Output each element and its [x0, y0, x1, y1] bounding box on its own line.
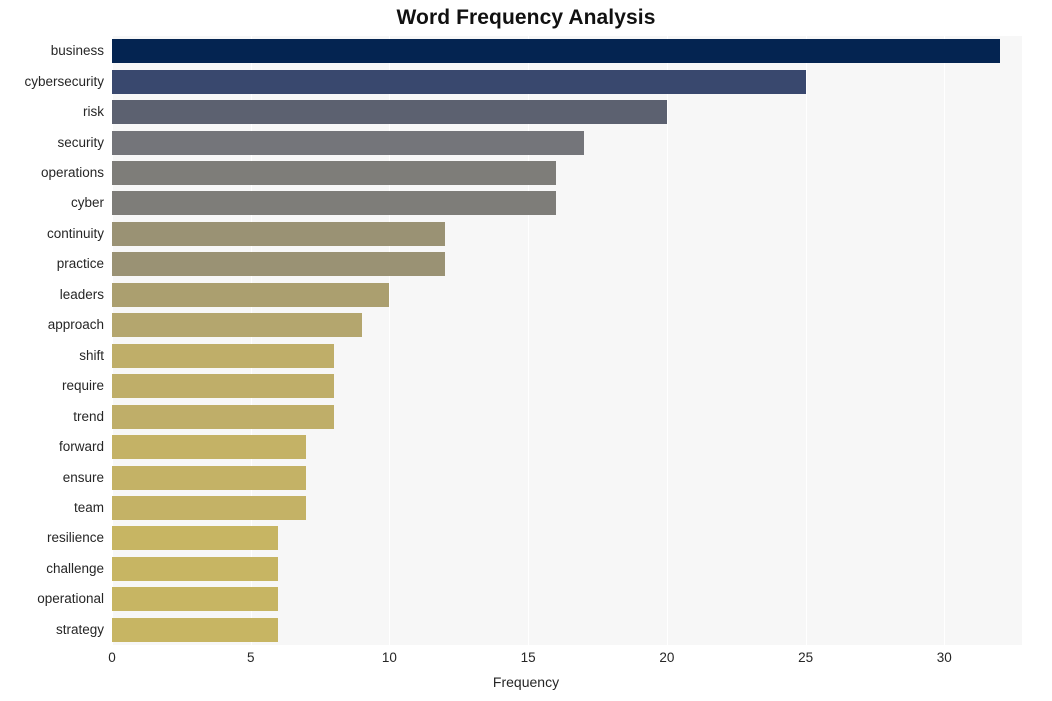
gridline-x-15 [528, 36, 530, 645]
gridline-x-10 [389, 36, 391, 645]
bar[interactable] [112, 221, 445, 246]
bar[interactable] [112, 374, 334, 399]
bar-track [112, 221, 1022, 246]
bar-track [112, 39, 1022, 64]
y-tick-label-trend: trend [73, 408, 104, 424]
bar-track [112, 404, 1022, 429]
bar[interactable] [112, 617, 279, 642]
bar[interactable] [112, 100, 667, 125]
gridline-x-20 [666, 36, 668, 645]
y-axis-tick-labels: business cybersecurity risk security operati… [0, 36, 104, 645]
bar-track [112, 617, 1022, 642]
bar-track [112, 587, 1022, 612]
bar[interactable] [112, 587, 279, 612]
y-tick-label-security: security [57, 134, 104, 150]
x-tick-label-5: 5 [246, 650, 255, 665]
bar[interactable] [112, 404, 334, 429]
y-tick-label-require: require [61, 378, 104, 394]
x-tick-label-0: 0 [108, 650, 116, 665]
bar[interactable] [112, 161, 556, 186]
bar-track [112, 374, 1022, 399]
bar-track [112, 161, 1022, 186]
bar[interactable] [112, 526, 279, 551]
y-tick-label-operations: operations [40, 165, 104, 181]
x-axis-tick-labels: 0 5 10 15 20 25 30 [0, 650, 1052, 672]
y-tick-label-risk: risk [83, 104, 104, 120]
y-tick-label-business: business [50, 43, 104, 59]
bar-track [112, 252, 1022, 277]
y-tick-label-challenge: challenge [46, 560, 104, 576]
y-tick-label-cyber: cyber [70, 195, 104, 211]
bar[interactable] [112, 495, 307, 520]
bar-track [112, 556, 1022, 581]
bar-track [112, 465, 1022, 490]
y-tick-label-cybersecurity: cybersecurity [24, 73, 104, 89]
y-tick-label-leaders: leaders [59, 286, 104, 302]
bar[interactable] [112, 252, 445, 277]
bar-track [112, 526, 1022, 551]
bar[interactable] [112, 556, 279, 581]
bar[interactable] [112, 465, 307, 490]
bar-track [112, 313, 1022, 338]
y-tick-label-ensure: ensure [62, 469, 104, 485]
plot-area [112, 36, 1022, 645]
bar[interactable] [112, 69, 806, 94]
bar-track [112, 282, 1022, 307]
gridline-x-0 [112, 36, 113, 645]
x-tick-label-20: 20 [659, 650, 675, 665]
x-tick-label-15: 15 [520, 650, 536, 665]
bar-track [112, 100, 1022, 125]
y-tick-label-team: team [73, 499, 104, 515]
bar[interactable] [112, 435, 307, 460]
y-tick-label-shift: shift [79, 347, 104, 363]
bar-track [112, 191, 1022, 216]
gridline-x-5 [250, 36, 252, 645]
y-tick-label-practice: practice [56, 256, 104, 272]
gridline-x-25 [805, 36, 807, 645]
bar-track [112, 69, 1022, 94]
bar[interactable] [112, 39, 1000, 64]
bar[interactable] [112, 313, 362, 338]
bar-track [112, 130, 1022, 155]
x-tick-label-10: 10 [381, 650, 397, 665]
bar-track [112, 435, 1022, 460]
y-tick-label-operational: operational [37, 591, 104, 607]
x-tick-label-25: 25 [798, 650, 814, 665]
y-tick-label-resilience: resilience [46, 530, 104, 546]
gridline-x-30 [944, 36, 946, 645]
y-tick-label-continuity: continuity [46, 225, 104, 241]
chart-figure: Word Frequency Analysis business cybersec… [0, 0, 1052, 701]
y-tick-label-strategy: strategy [55, 621, 104, 637]
y-tick-label-approach: approach [47, 317, 104, 333]
bar[interactable] [112, 343, 334, 368]
x-axis-title: Frequency [492, 674, 560, 690]
bar[interactable] [112, 130, 584, 155]
chart-title: Word Frequency Analysis [396, 6, 656, 29]
bar[interactable] [112, 191, 556, 216]
bar[interactable] [112, 282, 390, 307]
bar-track [112, 343, 1022, 368]
y-tick-label-forward: forward [58, 439, 104, 455]
bar-track [112, 495, 1022, 520]
x-tick-label-30: 30 [936, 650, 952, 665]
